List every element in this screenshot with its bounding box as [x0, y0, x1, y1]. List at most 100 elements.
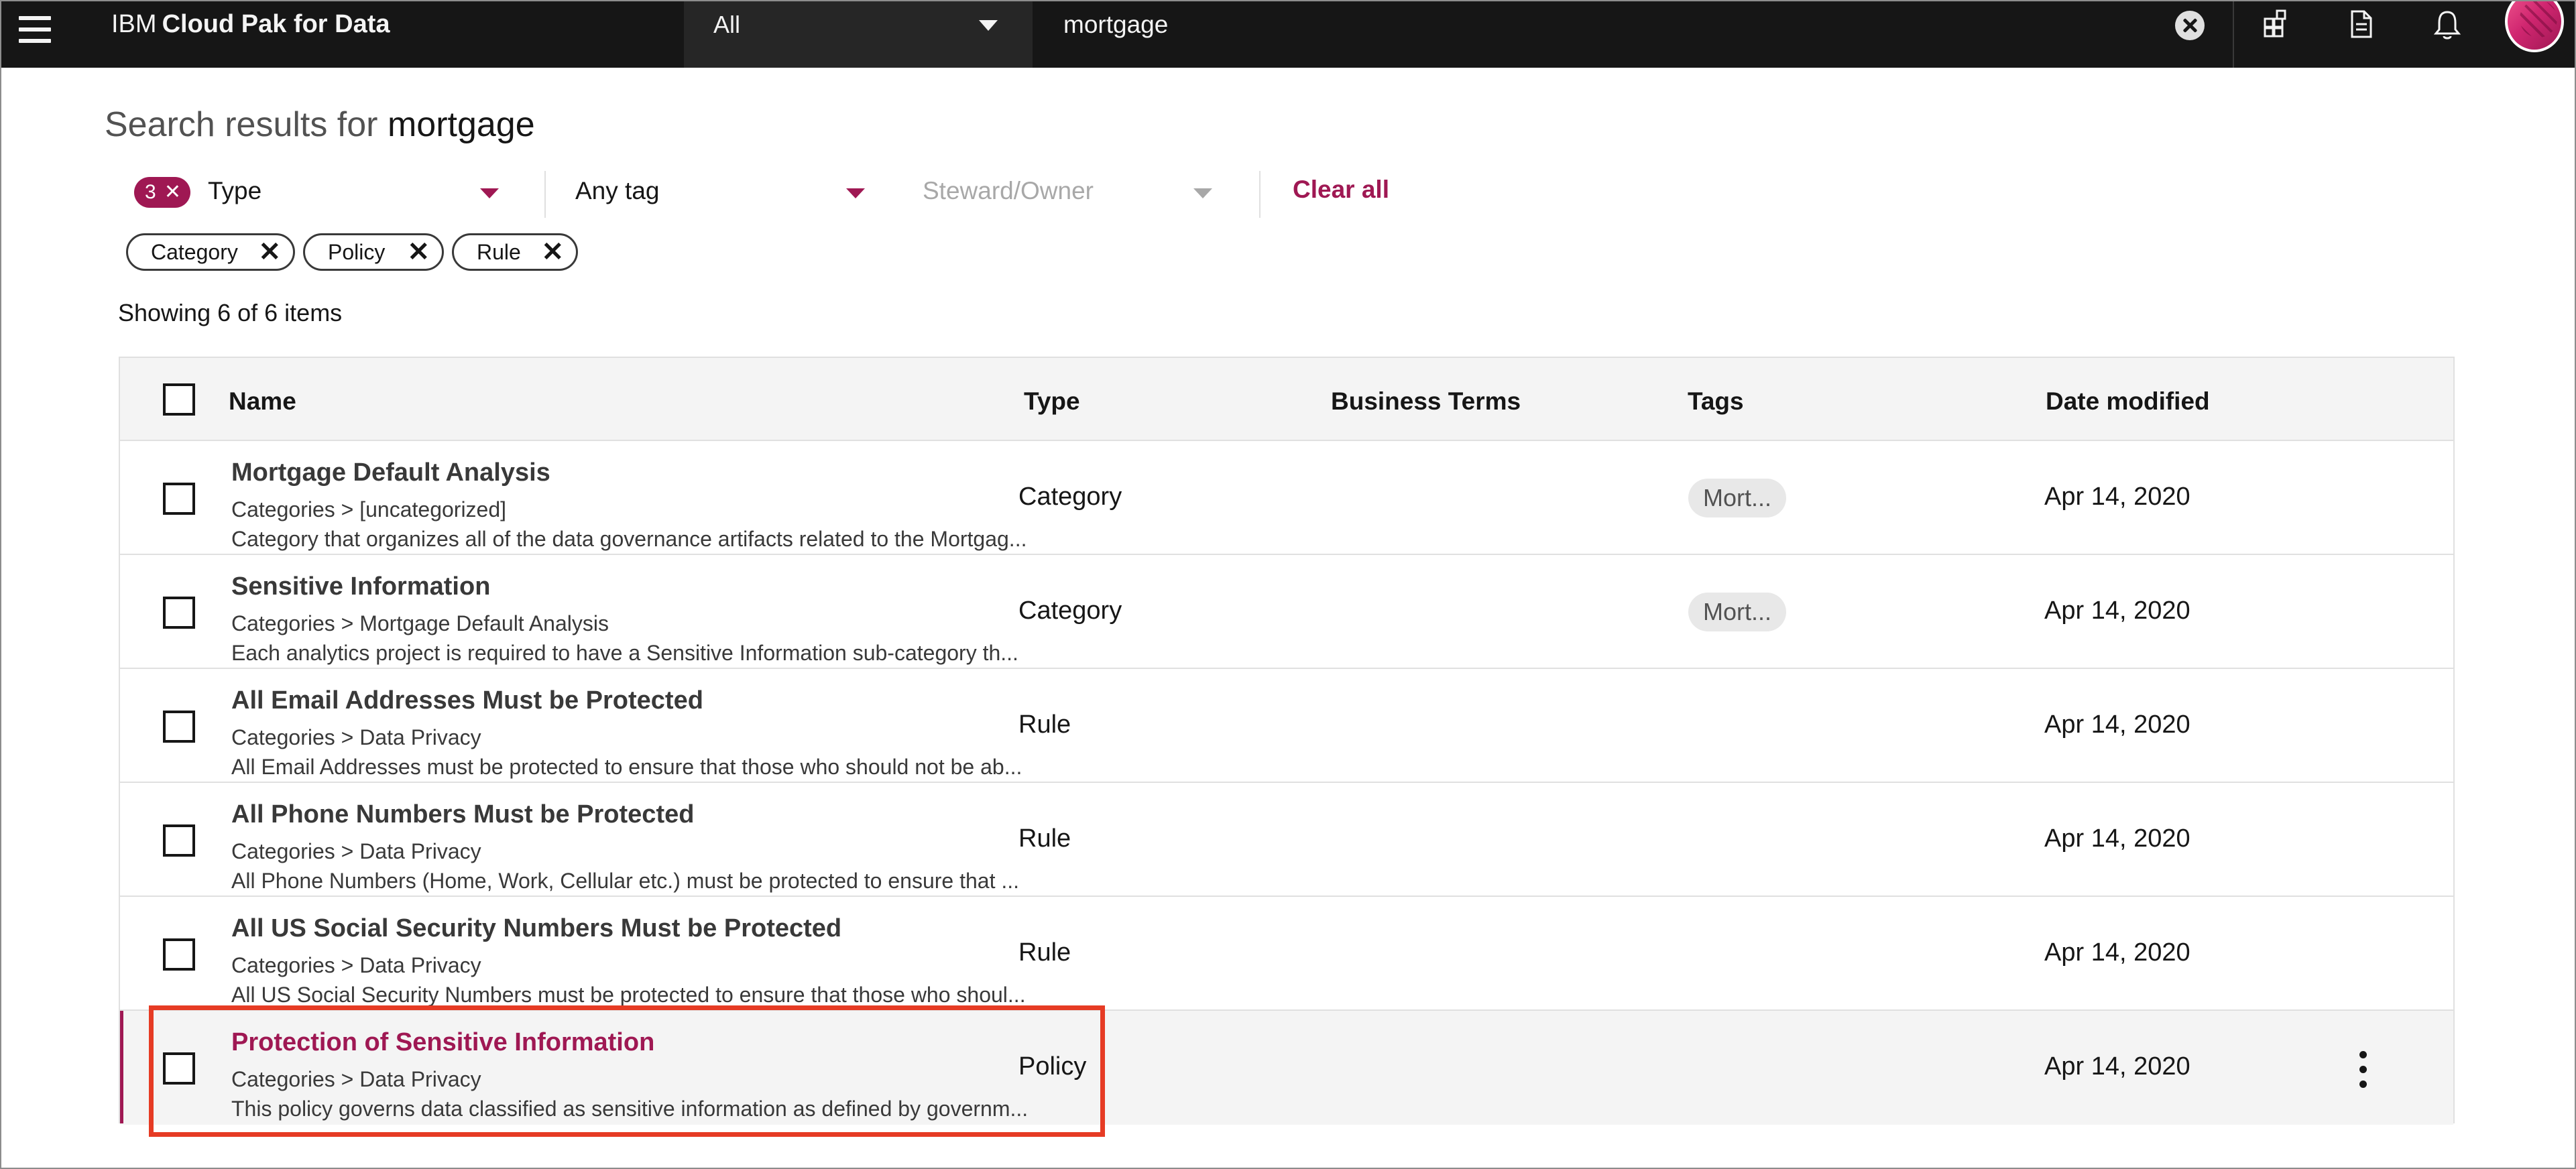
steward-filter-label: Steward/Owner: [923, 177, 1094, 204]
row-checkbox[interactable]: [163, 597, 195, 629]
tag-filter-label: Any tag: [575, 177, 660, 204]
row-tag[interactable]: Mort...: [1688, 593, 1787, 631]
column-header-date-modified[interactable]: Date modified: [2046, 387, 2210, 416]
row-name-link[interactable]: Sensitive Information: [231, 572, 490, 601]
table-row[interactable]: Sensitive Information Categories > Mortg…: [120, 555, 2453, 669]
clear-all-link[interactable]: Clear all: [1293, 176, 1389, 204]
row-description: All US Social Security Numbers must be p…: [231, 983, 1026, 1007]
close-icon[interactable]: ✕: [258, 235, 281, 269]
row-path: Categories > Data Privacy: [231, 839, 481, 863]
row-date: Apr 14, 2020: [2044, 483, 2190, 511]
row-description: This policy governs data classified as s…: [231, 1097, 1029, 1121]
row-name-link[interactable]: All Email Addresses Must be Protected: [231, 686, 703, 715]
menu-icon[interactable]: [19, 9, 56, 50]
divider: [544, 171, 546, 218]
row-checkbox[interactable]: [163, 711, 195, 743]
table-row[interactable]: All US Social Security Numbers Must be P…: [120, 897, 2453, 1011]
close-icon[interactable]: ✕: [541, 235, 564, 269]
title-query: mortgage: [387, 105, 535, 144]
row-type: Rule: [1018, 711, 1071, 739]
global-search-input[interactable]: mortgage: [1033, 0, 2233, 68]
notification-icon: [2433, 11, 2461, 40]
row-type: Rule: [1018, 938, 1071, 967]
close-icon[interactable]: ✕: [407, 235, 430, 269]
notifications-button[interactable]: [2404, 0, 2490, 68]
type-filter-count: 3: [145, 181, 156, 203]
brand-product: Cloud Pak for Data: [162, 10, 390, 38]
row-description: Category that organizes all of the data …: [231, 527, 1027, 551]
row-date: Apr 14, 2020: [2044, 938, 2190, 967]
filter-chip-rule: Rule ✕: [452, 233, 578, 271]
row-name-link[interactable]: Protection of Sensitive Information: [231, 1028, 654, 1057]
row-description: All Phone Numbers (Home, Work, Cellular …: [231, 869, 1020, 893]
row-checkbox[interactable]: [163, 1052, 195, 1085]
row-name-link[interactable]: All US Social Security Numbers Must be P…: [231, 914, 841, 943]
results-count: Showing 6 of 6 items: [118, 299, 343, 326]
row-selected-indicator: [120, 1011, 123, 1123]
type-filter-dropdown[interactable]: 3 ✕ Type: [134, 166, 510, 223]
row-checkbox[interactable]: [163, 824, 195, 857]
row-type: Policy: [1018, 1052, 1087, 1081]
avatar[interactable]: [2501, 0, 2567, 56]
row-name-link[interactable]: Mortgage Default Analysis: [231, 458, 550, 487]
table-row[interactable]: Mortgage Default Analysis Categories > […: [120, 441, 2453, 555]
results-table: Name Type Business Terms Tags Date modif…: [119, 357, 2455, 1125]
row-date: Apr 14, 2020: [2044, 1052, 2190, 1081]
row-path: Categories > [uncategorized]: [231, 497, 507, 521]
row-tag[interactable]: Mort...: [1688, 479, 1787, 517]
documents-button[interactable]: [2319, 0, 2404, 68]
row-path: Categories > Mortgage Default Analysis: [231, 611, 609, 635]
search-scope-dropdown[interactable]: All: [684, 0, 1033, 68]
row-name-link[interactable]: All Phone Numbers Must be Protected: [231, 800, 694, 829]
steward-filter-dropdown[interactable]: Steward/Owner: [923, 166, 1224, 223]
row-description: Each analytics project is required to ha…: [231, 641, 1018, 665]
row-date: Apr 14, 2020: [2044, 597, 2190, 625]
chip-label: Policy: [328, 240, 386, 264]
column-header-tags[interactable]: Tags: [1688, 387, 1744, 416]
table-row[interactable]: All Phone Numbers Must be Protected Cate…: [120, 783, 2453, 897]
filter-chip-policy: Policy ✕: [303, 233, 444, 271]
divider: [1259, 171, 1261, 218]
caret-down-icon: [979, 20, 998, 31]
clear-search-icon[interactable]: [2175, 11, 2205, 40]
row-type: Category: [1018, 483, 1122, 511]
caret-down-icon: [480, 188, 499, 198]
table-row[interactable]: All Email Addresses Must be Protected Ca…: [120, 669, 2453, 783]
filter-chip-category: Category ✕: [126, 233, 295, 271]
catalog-button[interactable]: [2233, 0, 2319, 68]
title-prefix: Search results for: [105, 105, 378, 144]
column-header-type[interactable]: Type: [1024, 387, 1080, 416]
row-path: Categories > Data Privacy: [231, 725, 481, 749]
search-scope-label: All: [713, 11, 741, 38]
column-header-name[interactable]: Name: [229, 387, 296, 416]
chip-label: Rule: [477, 240, 521, 264]
row-date: Apr 14, 2020: [2044, 824, 2190, 853]
search-value[interactable]: mortgage: [1063, 11, 1168, 39]
tag-filter-dropdown[interactable]: Any tag: [575, 166, 877, 223]
top-nav-bar: IBM Cloud Pak for Data All mortgage: [0, 0, 2576, 68]
clear-type-filter-icon[interactable]: ✕: [164, 177, 181, 208]
type-filter-label: Type: [208, 177, 262, 204]
row-checkbox[interactable]: [163, 938, 195, 971]
row-checkbox[interactable]: [163, 483, 195, 515]
row-type: Category: [1018, 597, 1122, 625]
table-row-selected[interactable]: Protection of Sensitive Information Cate…: [120, 1011, 2453, 1125]
row-path: Categories > Data Privacy: [231, 953, 481, 977]
page-title: Search results for mortgage: [105, 105, 535, 145]
product-name: IBM Cloud Pak for Data: [111, 9, 390, 39]
table-header: Name Type Business Terms Tags Date modif…: [120, 358, 2453, 441]
document-icon: [2351, 10, 2372, 38]
row-path: Categories > Data Privacy: [231, 1067, 481, 1091]
overflow-menu-icon[interactable]: [2353, 1048, 2373, 1091]
type-filter-count-badge[interactable]: 3 ✕: [134, 177, 190, 208]
chip-label: Category: [151, 240, 238, 264]
row-type: Rule: [1018, 824, 1071, 853]
catalog-icon: [2264, 9, 2286, 38]
row-date: Apr 14, 2020: [2044, 711, 2190, 739]
column-header-business-terms[interactable]: Business Terms: [1331, 387, 1521, 416]
caret-down-icon: [846, 188, 865, 198]
caret-down-icon: [1193, 188, 1212, 198]
brand-prefix: IBM: [111, 10, 157, 38]
row-description: All Email Addresses must be protected to…: [231, 755, 1022, 779]
select-all-checkbox[interactable]: [163, 383, 195, 416]
